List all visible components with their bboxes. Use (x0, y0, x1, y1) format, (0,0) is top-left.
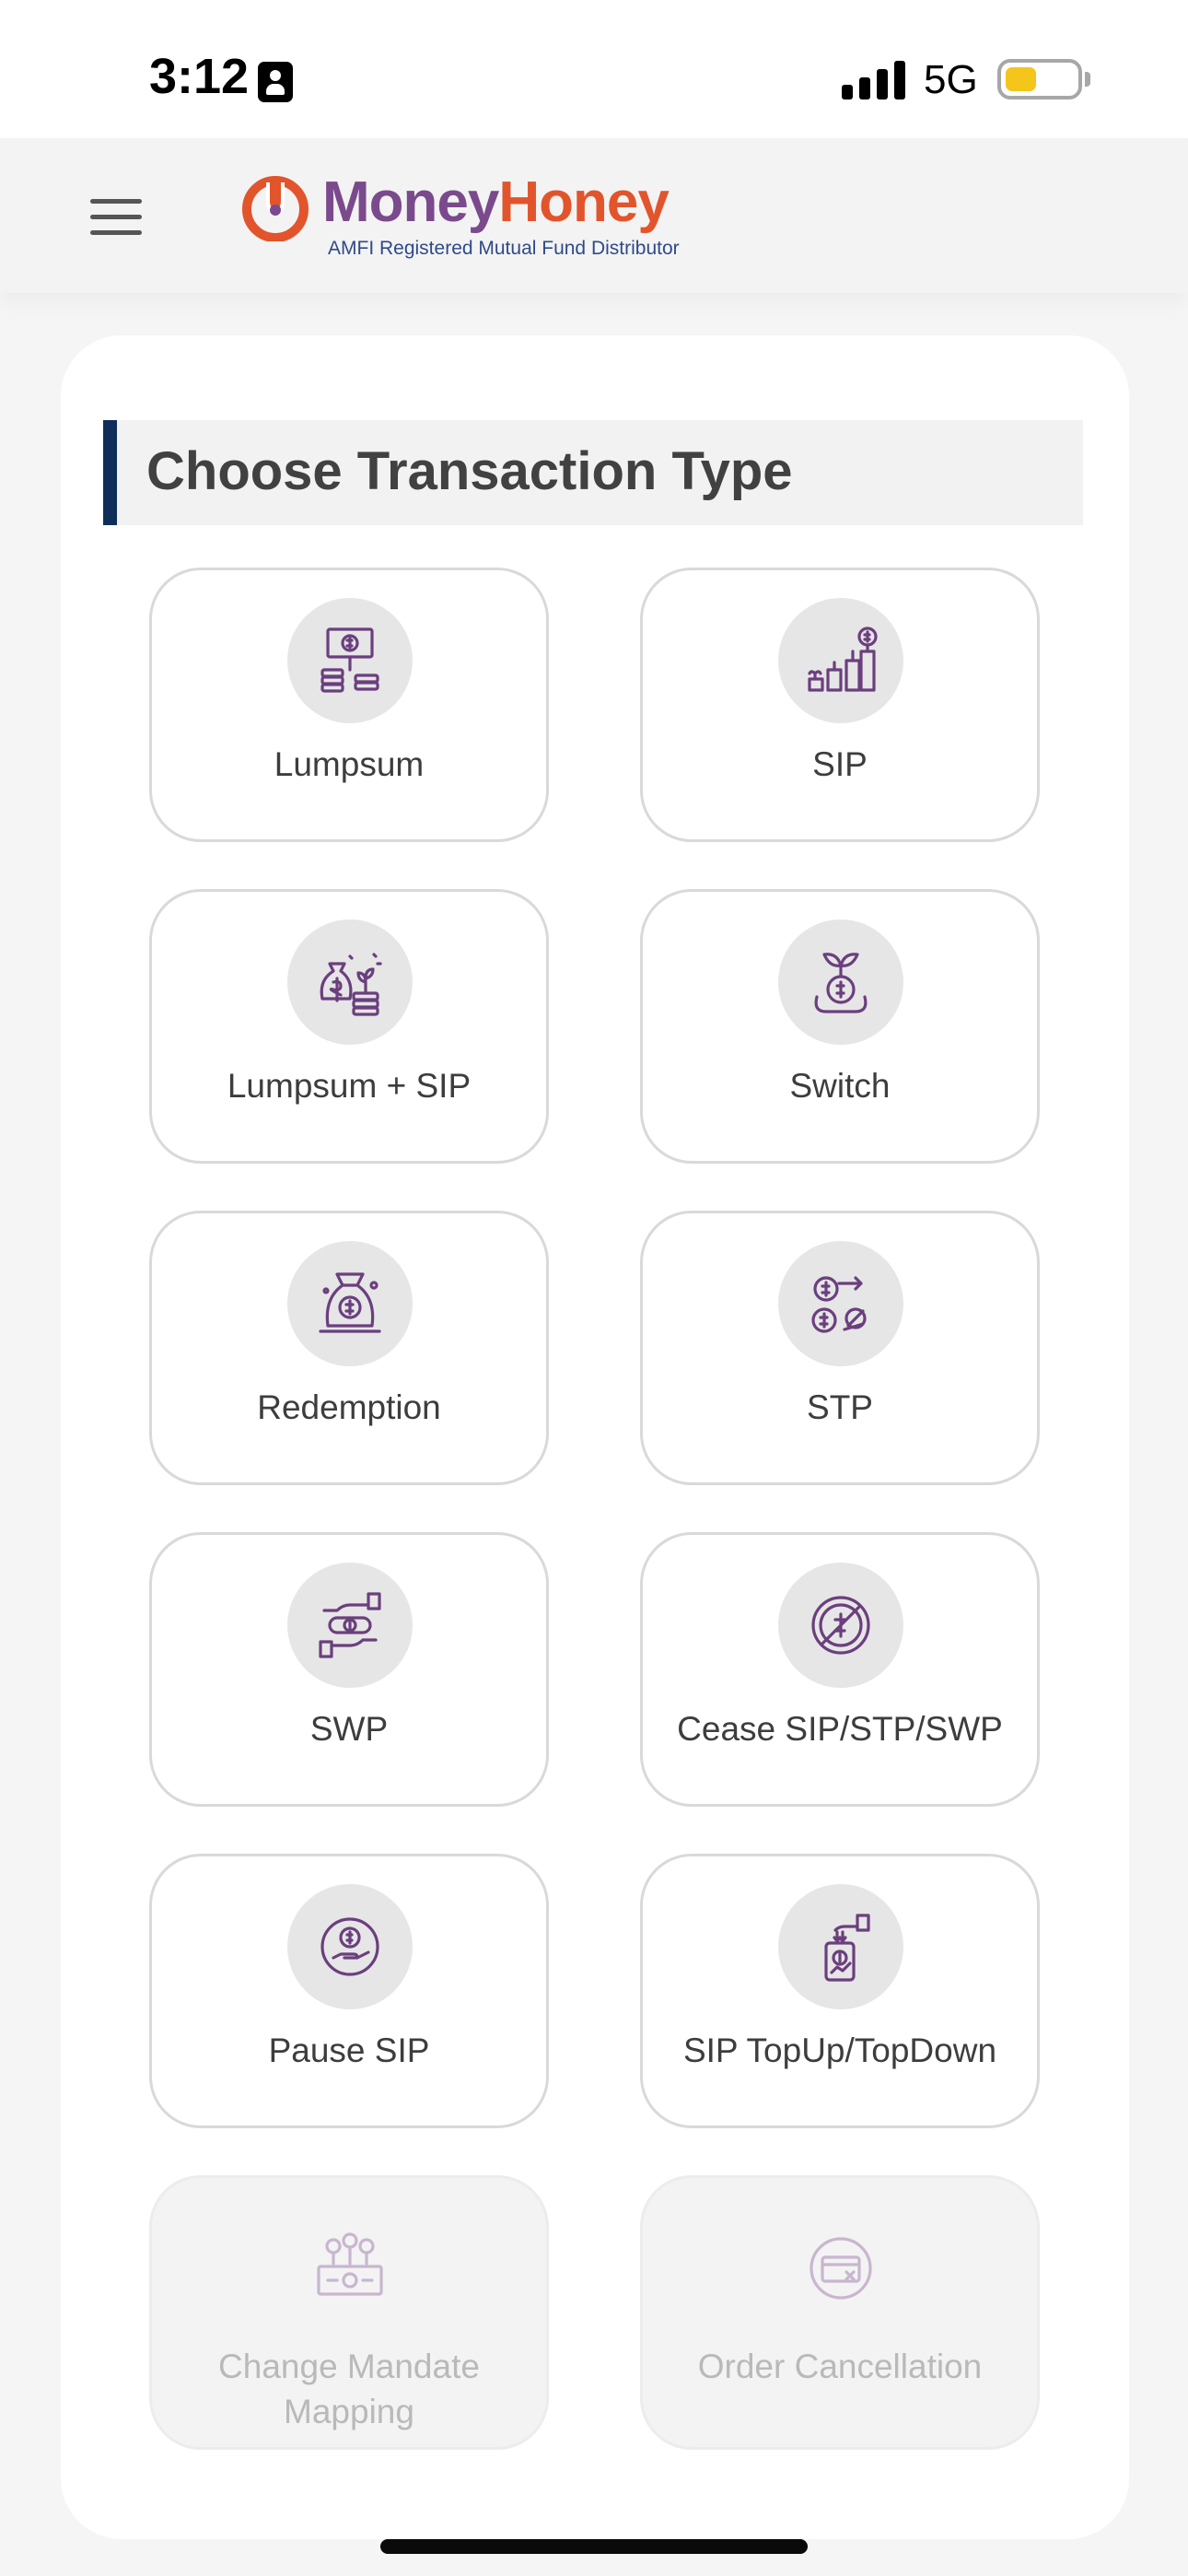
signal-icon (842, 59, 906, 100)
app-header: MoneyHoney AMFI Registered Mutual Fund D… (0, 138, 1188, 293)
option-label: Change Mandate Mapping (218, 2348, 480, 2430)
option-label: SWP (309, 1710, 389, 1748)
brand-logo[interactable]: MoneyHoney AMFI Registered Mutual Fund D… (241, 170, 702, 275)
option-order-cancellation: Order Cancellation (640, 2175, 1040, 2450)
card-cancel-icon (778, 2206, 903, 2331)
option-sip-topup-topdown[interactable]: SIP TopUp/TopDown (640, 1854, 1040, 2128)
money-stack-icon (287, 598, 413, 723)
network-label: 5G (924, 57, 978, 102)
brand-name-part2: Honey (498, 170, 669, 234)
page-title: Choose Transaction Type (146, 441, 793, 501)
growing-coins-icon (778, 598, 903, 723)
option-pause-sip[interactable]: Pause SIP (149, 1854, 549, 2128)
id-card-icon (258, 62, 293, 102)
option-sip[interactable]: SIP (640, 568, 1040, 842)
no-money-icon (778, 1563, 903, 1688)
option-redemption[interactable]: Redemption (149, 1211, 549, 1485)
option-label: Pause SIP (268, 2032, 430, 2069)
option-switch[interactable]: Switch (640, 889, 1040, 1164)
phone-topup-icon (778, 1884, 903, 2009)
brand-tagline: AMFI Registered Mutual Fund Distributor (328, 238, 680, 259)
banknote-coins-icon (287, 2206, 413, 2331)
option-change-mandate-mapping: Change Mandate Mapping (149, 2175, 549, 2450)
option-label: Cease SIP/STP/SWP (677, 1710, 1003, 1748)
option-label: Switch (789, 1067, 891, 1105)
option-label: Redemption (257, 1388, 441, 1426)
home-indicator[interactable] (380, 2539, 808, 2554)
logo-mark-icon (242, 176, 309, 241)
option-label: STP (807, 1388, 873, 1426)
status-time: 3:12 (149, 49, 250, 104)
transaction-type-card: Choose Transaction Type Lumpsum SIP Lump… (61, 335, 1129, 2539)
option-stp[interactable]: STP (640, 1211, 1040, 1485)
plant-coin-icon (778, 919, 903, 1045)
brand-name-part1: Money (322, 170, 499, 234)
option-label: Lumpsum (274, 745, 425, 783)
battery-level (1006, 67, 1036, 91)
hamburger-icon[interactable] (90, 199, 142, 236)
money-bag-plant-icon (287, 919, 413, 1045)
battery-cap (1085, 72, 1090, 87)
status-bar: 3:12 5G (0, 0, 1188, 138)
pause-coin-icon (287, 1884, 413, 2009)
option-label: SIP (812, 745, 868, 783)
brand-name: MoneyHoney (322, 170, 670, 235)
option-lumpsum-sip[interactable]: Lumpsum + SIP (149, 889, 549, 1164)
option-label: Lumpsum + SIP (227, 1067, 472, 1105)
battery-icon (997, 59, 1082, 100)
option-label: SIP TopUp/TopDown (682, 2032, 997, 2069)
coin-bag-icon (287, 1241, 413, 1366)
option-lumpsum[interactable]: Lumpsum (149, 568, 549, 842)
coin-transfer-icon (778, 1241, 903, 1366)
option-swp[interactable]: SWP (149, 1532, 549, 1807)
hand-money-icon (287, 1563, 413, 1688)
section-header: Choose Transaction Type (103, 420, 1083, 525)
option-label: Order Cancellation (697, 2348, 983, 2385)
option-cease-sip-stp-swp[interactable]: Cease SIP/STP/SWP (640, 1532, 1040, 1807)
